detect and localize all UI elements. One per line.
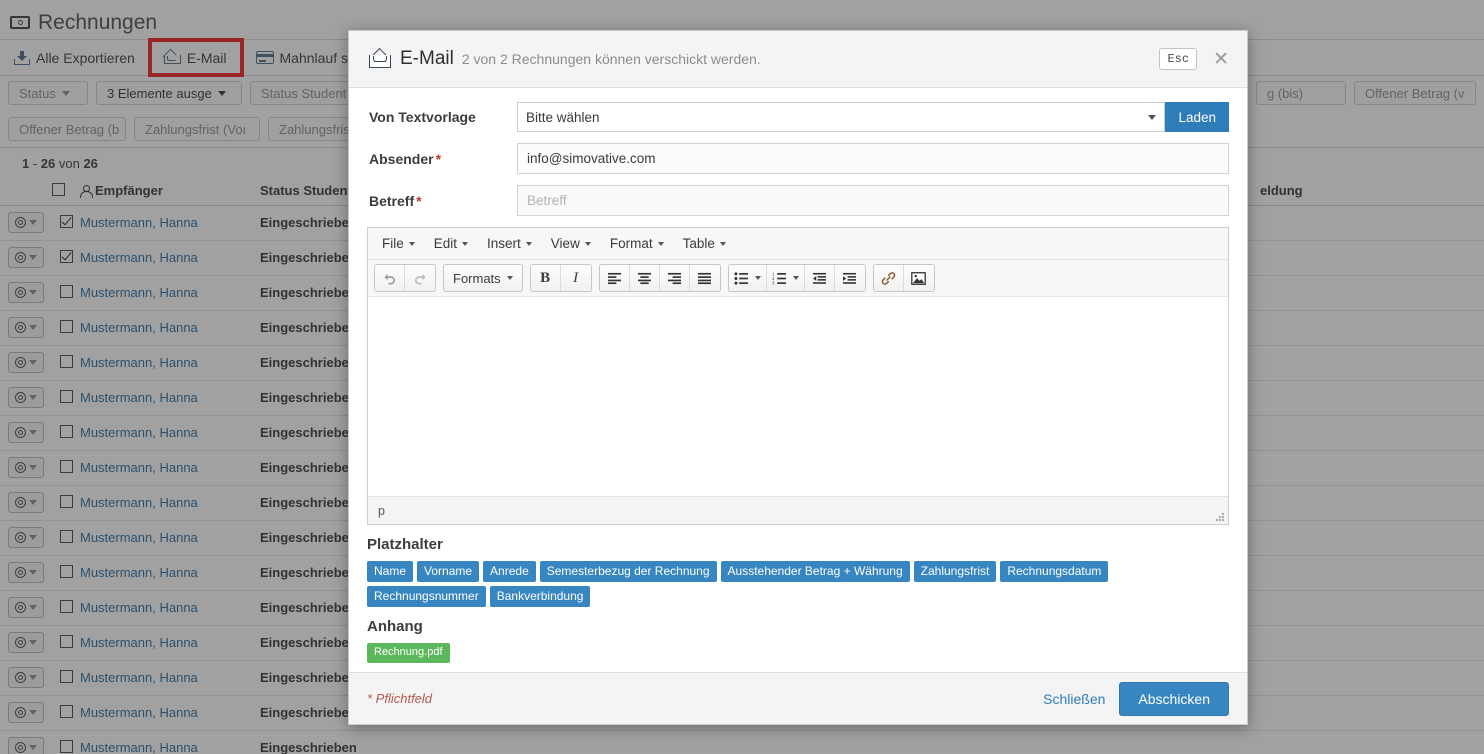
sender-label-text: Absender [369, 150, 434, 167]
undo-icon[interactable] [375, 265, 405, 291]
placeholder-tag[interactable]: Anrede [483, 561, 536, 582]
image-icon[interactable] [903, 265, 934, 291]
editor-menu-table[interactable]: Table [675, 232, 734, 255]
chevron-down-icon [1148, 114, 1157, 120]
attachment-list: Rechnung.pdf [367, 643, 1127, 663]
text-style-group: B I [529, 264, 592, 292]
template-select[interactable]: Bitte wählen [517, 102, 1166, 132]
envelope-open-icon [369, 47, 391, 69]
editor-menu-format[interactable]: Format [602, 232, 672, 255]
required-field-note: * Pflichtfeld [367, 691, 433, 706]
chevron-down-icon [754, 276, 761, 280]
chevron-down-icon [506, 276, 513, 280]
chevron-down-icon [719, 241, 726, 246]
formats-dropdown[interactable]: Formats [444, 265, 522, 291]
placeholder-section-title: Platzhalter [367, 536, 443, 553]
menu-label: Table [682, 236, 715, 251]
attachment-section-title: Anhang [367, 618, 423, 635]
svg-text:3: 3 [772, 280, 775, 285]
close-icon[interactable]: ✕ [1209, 48, 1233, 71]
menu-label: Insert [487, 236, 521, 251]
italic-label: I [573, 269, 579, 286]
placeholder-tag-list: Name Vorname Anrede Semesterbezug der Rechn… [367, 561, 1127, 607]
editor-toolbar: Formats B I 1 2 3 [368, 260, 1228, 297]
indent-icon[interactable] [834, 265, 865, 291]
link-icon[interactable] [873, 265, 904, 291]
menu-label: Format [609, 236, 653, 251]
bold-label: B [540, 269, 551, 286]
field-row-template: Von Textvorlage Bitte wählen Laden [367, 102, 1229, 132]
placeholder-tag[interactable]: Semesterbezug der Rechnung [539, 561, 717, 582]
submit-button[interactable]: Abschicken [1119, 681, 1229, 716]
formats-group: Formats [443, 264, 523, 292]
load-template-button[interactable]: Laden [1165, 102, 1229, 132]
modal-body: Von Textvorlage Bitte wählen Laden Absen… [349, 88, 1247, 672]
chevron-down-icon [408, 241, 415, 246]
numbered-list-icon[interactable]: 123 [766, 265, 805, 291]
subject-label: Betreff * [367, 193, 517, 209]
sender-label: Absender * [367, 151, 517, 167]
outdent-icon[interactable] [804, 265, 835, 291]
modal-subtitle: 2 von 2 Rechnungen können verschickt wer… [461, 51, 761, 67]
editor-resize-handle[interactable] [1215, 512, 1224, 521]
align-group [598, 264, 721, 292]
italic-icon[interactable]: I [560, 265, 591, 291]
placeholder-tag[interactable]: Name [367, 561, 414, 582]
insert-group [872, 264, 935, 292]
align-center-icon[interactable] [629, 265, 660, 291]
field-row-sender: Absender * info@simovative.com [367, 143, 1229, 174]
subject-label-text: Betreff [369, 192, 415, 209]
editor-menubar: File Edit Insert View Format Table [368, 228, 1228, 260]
editor-status-bar: p [368, 496, 1228, 524]
bullet-list-icon[interactable] [728, 265, 767, 291]
chevron-down-icon [462, 241, 469, 246]
align-right-icon[interactable] [659, 265, 690, 291]
placeholder-tag[interactable]: Rechnungsdatum [1000, 561, 1109, 582]
editor-menu-view[interactable]: View [543, 232, 599, 255]
modal-footer: * Pflichtfeld Schließen Abschicken [349, 672, 1247, 724]
template-select-value: Bitte wählen [526, 109, 600, 125]
attachment-chip[interactable]: Rechnung.pdf [367, 643, 450, 663]
required-marker: * [416, 192, 422, 209]
esc-button[interactable]: Esc [1159, 48, 1198, 70]
editor-element-path[interactable]: p [378, 504, 385, 518]
menu-label: View [550, 236, 580, 251]
editor-menu-file[interactable]: File [374, 232, 423, 255]
menu-label: Edit [433, 236, 458, 251]
menu-label: File [382, 236, 404, 251]
placeholder-tag[interactable]: Ausstehender Betrag + Währung [720, 561, 910, 582]
placeholder-tag[interactable]: Bankverbindung [489, 586, 591, 607]
editor-menu-insert[interactable]: Insert [479, 232, 540, 255]
close-button[interactable]: Schließen [1029, 691, 1119, 707]
modal-header: E-Mail 2 von 2 Rechnungen können verschi… [349, 31, 1247, 88]
placeholder-tag[interactable]: Vorname [417, 561, 480, 582]
bold-icon[interactable]: B [530, 265, 561, 291]
align-left-icon[interactable] [599, 265, 630, 291]
subject-input[interactable]: Betreff [517, 185, 1229, 216]
rich-text-editor: File Edit Insert View Format Table Forma… [367, 227, 1229, 525]
editor-content-area[interactable] [368, 297, 1228, 496]
redo-icon[interactable] [405, 265, 435, 291]
list-group: 123 [727, 264, 866, 292]
placeholder-tag[interactable]: Zahlungsfrist [913, 561, 997, 582]
required-marker: * [435, 150, 442, 167]
modal-title: E-Mail [400, 48, 454, 69]
sender-input[interactable]: info@simovative.com [517, 143, 1229, 174]
email-modal: E-Mail 2 von 2 Rechnungen können verschi… [348, 30, 1248, 725]
formats-label: Formats [453, 270, 501, 286]
placeholder-tag[interactable]: Rechnungsnummer [367, 586, 486, 607]
editor-menu-edit[interactable]: Edit [426, 232, 476, 255]
chevron-down-icon [792, 276, 799, 280]
template-label: Von Textvorlage [369, 109, 476, 125]
field-row-subject: Betreff * Betreff [367, 185, 1229, 216]
chevron-down-icon [525, 241, 532, 246]
chevron-down-icon [584, 241, 591, 246]
chevron-down-icon [657, 241, 664, 246]
history-group [374, 264, 436, 292]
align-justify-icon[interactable] [689, 265, 720, 291]
